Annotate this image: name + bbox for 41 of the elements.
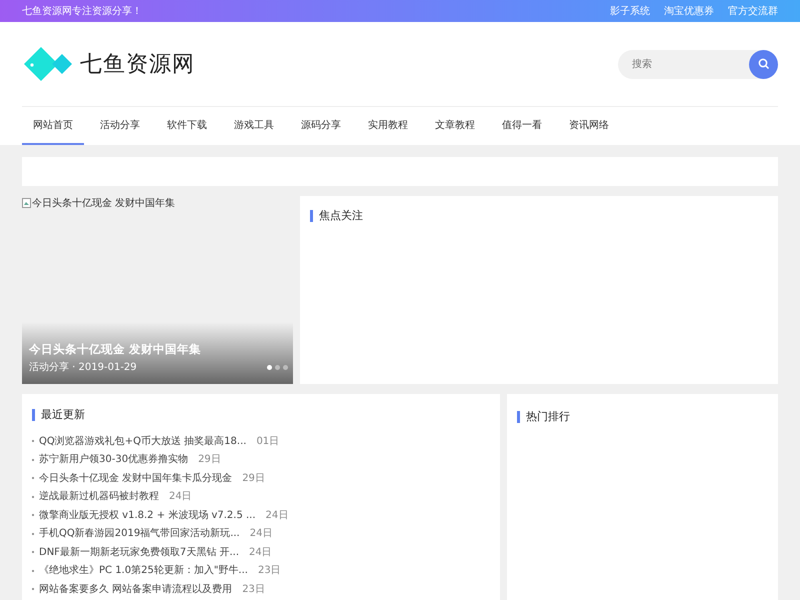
broken-image-icon [22, 198, 31, 208]
article-link[interactable]: 逆战最新过机器码被封教程 [39, 490, 159, 504]
article-date: 24日 [249, 546, 272, 559]
nav-tab[interactable]: 值得一看 [491, 107, 553, 145]
section-title: 热门排行 [517, 411, 570, 423]
article-date: 29日 [242, 472, 265, 485]
site-name[interactable]: 七鱼资源网 [80, 49, 195, 79]
article-link[interactable]: 今日头条十亿现金 发财中国年集卡瓜分现金 [39, 472, 232, 485]
slide-dot[interactable] [283, 365, 288, 370]
nav-tab[interactable]: 源码分享 [290, 107, 352, 145]
nav-tab[interactable]: 网站首页 [22, 107, 84, 145]
article-link[interactable]: 苏宁新用户领30-30优惠券撸实物 [39, 453, 188, 466]
nav-tab[interactable]: 活动分享 [89, 107, 151, 145]
section-title: 焦点关注 [310, 210, 363, 222]
search-button[interactable] [749, 50, 778, 78]
article-link[interactable]: 手机QQ新春游园2019福气带回家活动新玩... [39, 527, 240, 540]
article-link[interactable]: 微擎商业版无授权 v1.8.2 + 米波现场 v7.2.5 ... [39, 508, 256, 522]
article-date: 24日 [250, 527, 272, 540]
article-date: 23日 [242, 582, 265, 596]
nav-tab[interactable]: 资讯网络 [558, 107, 620, 145]
slider[interactable]: 今日头条十亿现金 发财中国年集 今日头条十亿现金 发财中国年集 活动分享 · 2019-01-29 [22, 196, 293, 384]
slogan: 七鱼资源网专注资源分享！ [22, 4, 142, 18]
nav-tab[interactable]: 游戏工具 [223, 107, 285, 145]
article-link[interactable]: 《绝地求生》PC 1.0第25轮更新：加入"野牛... [39, 564, 248, 578]
nav-tab[interactable]: 软件下载 [156, 107, 218, 145]
image-alt-text: 今日头条十亿现金 发财中国年集 [32, 196, 176, 210]
article-link[interactable]: 网站备案要多久 网站备案申请流程以及费用 [39, 582, 232, 596]
article-date: 24日 [266, 508, 288, 522]
nav-tab[interactable]: 文章教程 [424, 107, 486, 145]
slide-dot[interactable] [275, 365, 280, 370]
article-date: 24日 [169, 490, 192, 504]
article-date: 01日 [256, 434, 280, 448]
article-link[interactable]: DNF最新一期新老玩家免费领取7天黑钻 开... [39, 546, 240, 559]
article-date: 29日 [198, 453, 221, 466]
article-date: 23日 [258, 564, 281, 578]
article-link[interactable]: QQ浏览器游戏礼包+Q币大放送 抽奖最高18... [39, 434, 246, 448]
slide-dot[interactable] [267, 365, 272, 370]
section-title: 最近更新 [32, 409, 85, 421]
search-icon [758, 58, 770, 70]
nav-tab[interactable]: 实用教程 [357, 107, 419, 145]
slide-meta: 活动分享 · 2019-01-29 [29, 360, 137, 374]
